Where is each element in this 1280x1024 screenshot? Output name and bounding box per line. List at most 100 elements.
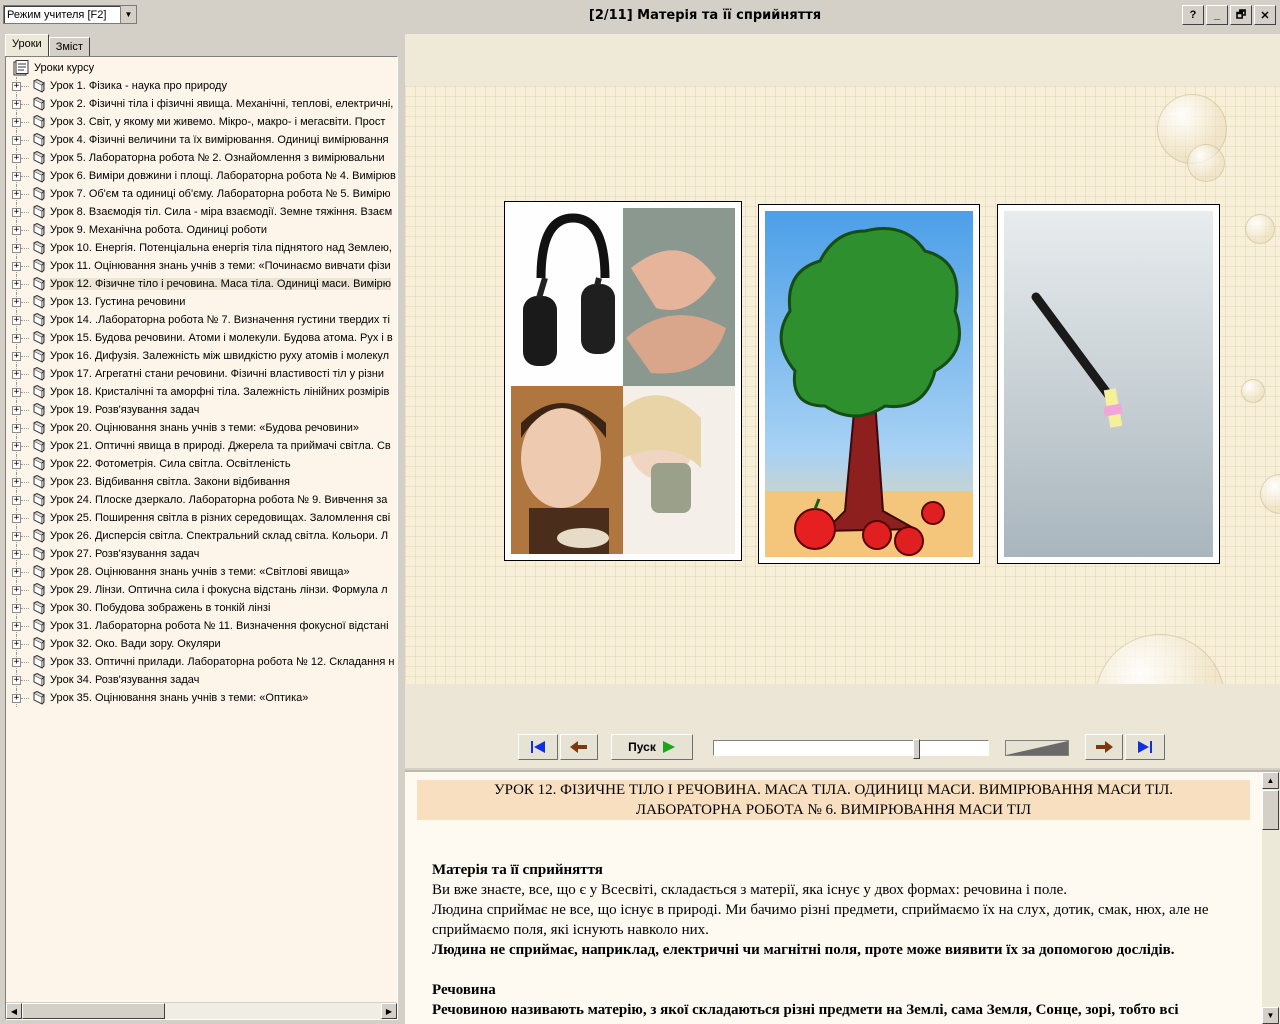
tree-item-lesson[interactable]: + Урок 9. Механічна робота. Одиниці робот… <box>6 221 396 239</box>
tree-item-lesson[interactable]: + Урок 18. Кристалічні та аморфні тіла. З… <box>6 383 396 401</box>
scroll-thumb[interactable] <box>1262 790 1279 830</box>
tree-item-lesson[interactable]: + Урок 25. Поширення світла в різних сере… <box>6 509 396 527</box>
chevron-down-icon[interactable]: ▼ <box>120 6 136 23</box>
tree-item-lesson[interactable]: + Урок 34. Розв'язування задач <box>6 671 396 689</box>
scroll-up-icon[interactable]: ▲ <box>1262 772 1279 789</box>
lesson-book-icon <box>33 133 45 147</box>
expand-icon[interactable]: + <box>12 135 21 145</box>
tree-item-lesson[interactable]: + Урок 30. Побудова зображень в тонкій лі… <box>6 599 396 617</box>
expand-icon[interactable]: + <box>12 351 21 361</box>
scroll-right-icon[interactable]: ▶ <box>381 1003 397 1019</box>
play-button[interactable]: Пуск <box>611 734 693 760</box>
expand-icon[interactable]: + <box>12 495 21 505</box>
tree-item-lesson[interactable]: + Урок 27. Розв'язування задач <box>6 545 396 563</box>
expand-icon[interactable]: + <box>12 531 21 541</box>
scroll-down-icon[interactable]: ▼ <box>1262 1007 1279 1024</box>
expand-icon[interactable]: + <box>12 477 21 487</box>
expand-icon[interactable]: + <box>12 369 21 379</box>
scroll-track[interactable] <box>22 1003 381 1019</box>
tree-item-lesson[interactable]: + Урок 21. Оптичні явища в природі. Джере… <box>6 437 396 455</box>
tree-item-lesson[interactable]: + Урок 35. Оцінювання знань учнів з теми:… <box>6 689 396 707</box>
expand-icon[interactable]: + <box>12 243 21 253</box>
expand-icon[interactable]: + <box>12 549 21 559</box>
tree-item-lesson[interactable]: + Урок 10. Енергія. Потенціальна енергія … <box>6 239 396 257</box>
scroll-thumb[interactable] <box>22 1003 165 1019</box>
mode-select[interactable]: Режим учителя [F2] ▼ <box>3 5 137 24</box>
next-slide-button[interactable] <box>1085 734 1123 760</box>
tree-item-lesson[interactable]: + Урок 8. Взаємодія тіл. Сила - міра взає… <box>6 203 396 221</box>
expand-icon[interactable]: + <box>12 675 21 685</box>
expand-icon[interactable]: + <box>12 279 21 289</box>
tree-item-lesson[interactable]: + Урок 17. Агрегатні стани речовини. Фізи… <box>6 365 396 383</box>
tree-item-lesson[interactable]: + Урок 2. Фізичні тіла і фізичні явища. М… <box>6 95 396 113</box>
expand-icon[interactable]: + <box>12 153 21 163</box>
expand-icon[interactable]: + <box>12 189 21 199</box>
tree-item-lesson[interactable]: + Урок 1. Фізика - наука про природу <box>6 77 396 95</box>
tree-item-lesson[interactable]: + Урок 23. Відбивання світла. Закони відб… <box>6 473 396 491</box>
expand-icon[interactable]: + <box>12 171 21 181</box>
tree-item-lesson[interactable]: + Урок 16. Дифузія. Залежність між швидкі… <box>6 347 396 365</box>
close-button[interactable]: ✕ <box>1254 5 1276 25</box>
expand-icon[interactable]: + <box>12 639 21 649</box>
tab-lessons[interactable]: Уроки <box>5 34 49 57</box>
expand-icon[interactable]: + <box>12 405 21 415</box>
volume-control[interactable] <box>1005 740 1069 756</box>
expand-icon[interactable]: + <box>12 423 21 433</box>
tree-item-label: Урок 34. Розв'язування задач <box>50 674 200 686</box>
expand-icon[interactable]: + <box>12 315 21 325</box>
tree-item-lesson[interactable]: + Урок 5. Лабораторна робота № 2. Ознайом… <box>6 149 396 167</box>
first-slide-button[interactable] <box>518 734 558 760</box>
expand-icon[interactable]: + <box>12 99 21 109</box>
section-title: Матерія та її сприйняття <box>432 862 603 878</box>
expand-icon[interactable]: + <box>12 225 21 235</box>
expand-icon[interactable]: + <box>12 621 21 631</box>
expand-icon[interactable]: + <box>12 261 21 271</box>
tree-item-lesson[interactable]: + Урок 12. Фізичне тіло і речовина. Маса … <box>6 275 396 293</box>
tree-item-lesson[interactable]: + Урок 7. Об'єм та одиниці об'єму. Лабора… <box>6 185 396 203</box>
help-button[interactable]: ? <box>1182 5 1204 25</box>
progress-slider[interactable] <box>713 739 989 759</box>
expand-icon[interactable]: + <box>12 459 21 469</box>
tree-item-lesson[interactable]: + Урок 22. Фотометрія. Сила світла. Освіт… <box>6 455 396 473</box>
expand-icon[interactable]: + <box>12 585 21 595</box>
tree-item-lesson[interactable]: + Урок 13. Густина речовини <box>6 293 396 311</box>
progress-knob[interactable] <box>913 739 920 759</box>
tree-item-lesson[interactable]: + Урок 14. .Лабораторна робота № 7. Визна… <box>6 311 396 329</box>
scroll-left-icon[interactable]: ◀ <box>6 1003 22 1019</box>
expand-icon[interactable]: + <box>12 567 21 577</box>
expand-icon[interactable]: + <box>12 387 21 397</box>
tree-item-lesson[interactable]: + Урок 6. Виміри довжини і площі. Лаборат… <box>6 167 396 185</box>
tree-item-lesson[interactable]: + Урок 11. Оцінювання знань учнів з теми:… <box>6 257 396 275</box>
tree-item-lesson[interactable]: + Урок 29. Лінзи. Оптична сила і фокусна … <box>6 581 396 599</box>
expand-icon[interactable]: + <box>12 513 21 523</box>
tree-item-lesson[interactable]: + Урок 15. Будова речовини. Атоми і молек… <box>6 329 396 347</box>
horizontal-scrollbar[interactable]: ◀ ▶ <box>6 1002 397 1019</box>
expand-icon[interactable]: + <box>12 693 21 703</box>
tab-contents[interactable]: Зміст <box>48 37 90 57</box>
tree-item-lesson[interactable]: + Урок 31. Лабораторна робота № 11. Визна… <box>6 617 396 635</box>
expand-icon[interactable]: + <box>12 117 21 127</box>
tree-item-lesson[interactable]: + Урок 20. Оцінювання знань учнів з теми:… <box>6 419 396 437</box>
expand-icon[interactable]: + <box>12 81 21 91</box>
last-slide-button[interactable] <box>1125 734 1165 760</box>
tree-item-lesson[interactable]: + Урок 26. Дисперсія світла. Спектральний… <box>6 527 396 545</box>
tree-item-lesson[interactable]: + Урок 33. Оптичні прилади. Лабораторна р… <box>6 653 396 671</box>
minimize-button[interactable]: _ <box>1206 5 1228 25</box>
expand-icon[interactable]: + <box>12 297 21 307</box>
tree-item-lesson[interactable]: + Урок 3. Світ, у якому ми живемо. Мікро-… <box>6 113 396 131</box>
prev-slide-button[interactable] <box>560 734 598 760</box>
vertical-scrollbar[interactable]: ▲ ▼ <box>1262 772 1280 1024</box>
tree-item-lesson[interactable]: + Урок 28. Оцінювання знань учнів з теми:… <box>6 563 396 581</box>
tree-item-lesson[interactable]: + Урок 32. Око. Вади зору. Окуляри <box>6 635 396 653</box>
expand-icon[interactable]: + <box>12 441 21 451</box>
expand-icon[interactable]: + <box>12 207 21 217</box>
expand-icon[interactable]: + <box>12 333 21 343</box>
restore-button[interactable]: 🗗 <box>1230 5 1252 25</box>
tree-item-lesson[interactable]: + Урок 24. Плоске дзеркало. Лабораторна р… <box>6 491 396 509</box>
expand-icon[interactable]: + <box>12 603 21 613</box>
tree-item-lesson[interactable]: + Урок 4. Фізичні величини та їх вимірюва… <box>6 131 396 149</box>
expand-icon[interactable]: + <box>12 657 21 667</box>
tree-root[interactable]: Уроки курсу <box>6 59 396 77</box>
tree-item-lesson[interactable]: + Урок 19. Розв'язування задач <box>6 401 396 419</box>
tree-item-label: Урок 28. Оцінювання знань учнів з теми: … <box>50 566 350 578</box>
